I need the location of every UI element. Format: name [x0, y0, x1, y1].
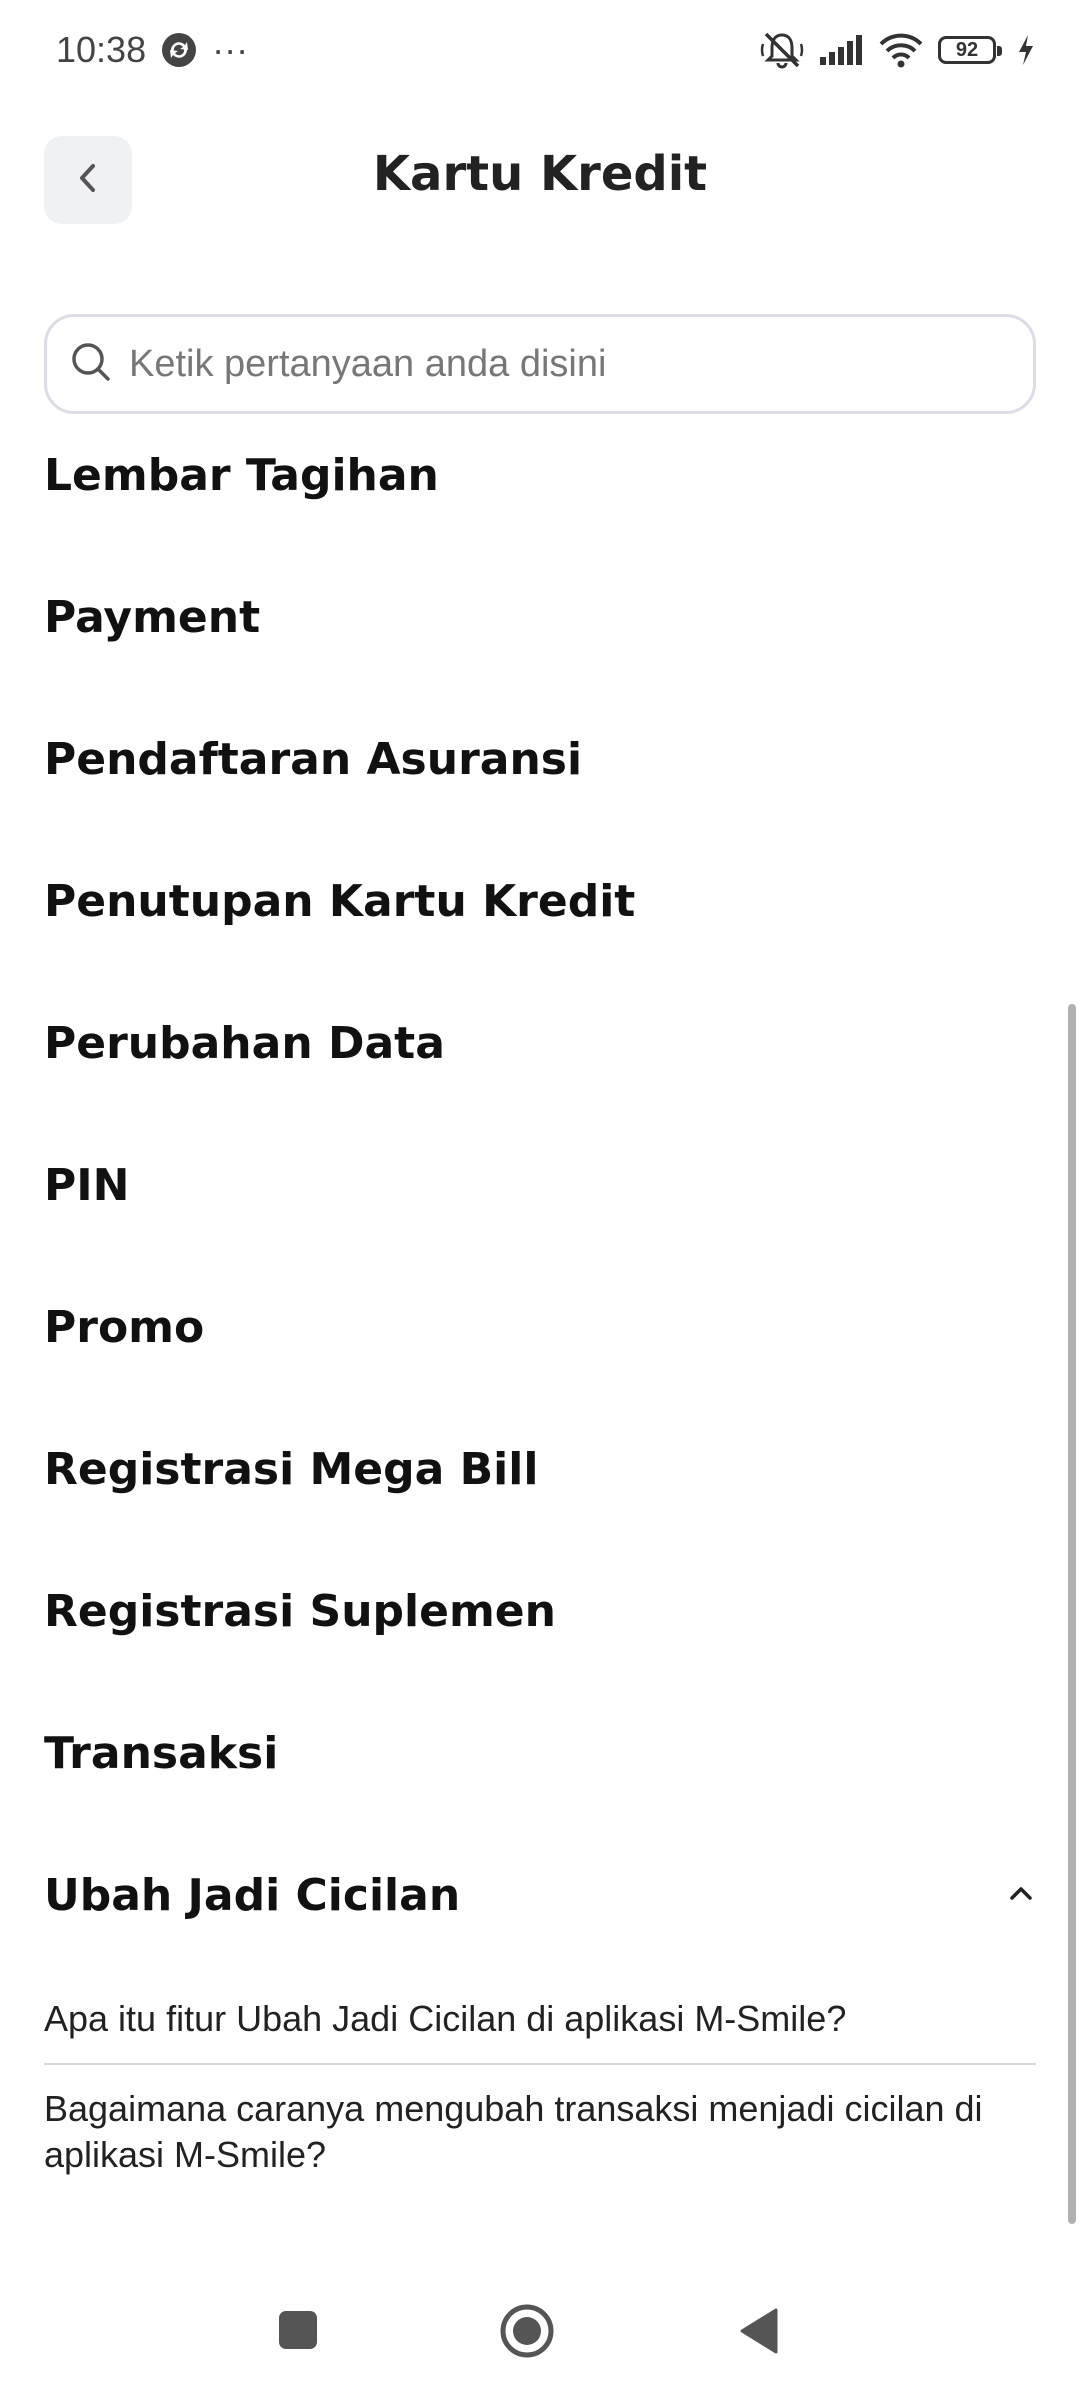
more-indicator: ··· — [212, 29, 249, 70]
category-item[interactable]: Transaksi — [44, 1708, 1036, 1798]
category-item[interactable]: Payment — [44, 572, 1036, 662]
category-item[interactable]: PIN — [44, 1140, 1036, 1230]
status-time: 10:38 — [56, 29, 147, 70]
system-nav-bar — [0, 2280, 1080, 2400]
category-label: Transaksi — [44, 1727, 279, 1779]
divider — [44, 2063, 1036, 2065]
category-item[interactable]: Registrasi Mega Bill — [44, 1424, 1036, 1514]
chevron-up-icon[interactable] — [1006, 1882, 1036, 1908]
category-label: Pendaftaran Asuransi — [44, 733, 583, 785]
category-label: Lembar Tagihan — [44, 449, 439, 501]
category-item[interactable]: Pendaftaran Asuransi — [44, 714, 1036, 804]
category-item[interactable]: Lembar Tagihan — [44, 430, 1036, 520]
charging-icon — [1016, 33, 1036, 67]
app-screen: 10:38 ··· 92 Kartu Kredit Ketik pertanya… — [0, 0, 1080, 2400]
page-title: Kartu Kredit — [372, 146, 708, 202]
category-item[interactable]: Penutupan Kartu Kredit — [44, 856, 1036, 946]
back-triangle-icon[interactable] — [736, 2306, 782, 2356]
search-input[interactable] — [129, 342, 989, 386]
category-label: PIN — [44, 1159, 130, 1211]
faq-question[interactable]: Apa itu fitur Ubah Jadi Cicilan di aplik… — [44, 1996, 1036, 2042]
status-right: 92 — [760, 30, 1036, 70]
search-icon — [69, 340, 113, 388]
sync-icon — [160, 31, 198, 69]
category-label: Perubahan Data — [44, 1017, 445, 1069]
home-circle-icon[interactable] — [498, 2302, 556, 2360]
wifi-icon — [878, 32, 924, 68]
category-label: Payment — [44, 591, 261, 643]
battery-icon: 92 — [938, 36, 1002, 64]
category-label: Registrasi Mega Bill — [44, 1443, 539, 1495]
silent-icon — [760, 30, 804, 70]
category-label: Registrasi Suplemen — [44, 1585, 556, 1637]
category-item[interactable]: Registrasi Suplemen — [44, 1566, 1036, 1656]
category-label: Ubah Jadi Cicilan — [44, 1869, 461, 1921]
status-bar: 10:38 ··· 92 — [0, 0, 1080, 100]
header: Kartu Kredit — [0, 136, 1080, 226]
category-label: Penutupan Kartu Kredit — [44, 875, 636, 927]
category-item[interactable]: Promo — [44, 1282, 1036, 1372]
category-item[interactable]: Perubahan Data — [44, 998, 1036, 1088]
scrollbar[interactable] — [1068, 1004, 1076, 2224]
faq-question[interactable]: Bagaimana caranya mengubah transaksi men… — [44, 2086, 1036, 2178]
recents-square-icon[interactable] — [276, 2308, 320, 2352]
status-left: 10:38 ··· — [56, 29, 248, 71]
signal-icon — [818, 33, 864, 67]
category-item-expanded[interactable]: Ubah Jadi Cicilan — [44, 1850, 1036, 1940]
category-label: Promo — [44, 1301, 205, 1353]
battery-level: 92 — [955, 38, 979, 61]
search-box[interactable] — [44, 314, 1036, 414]
